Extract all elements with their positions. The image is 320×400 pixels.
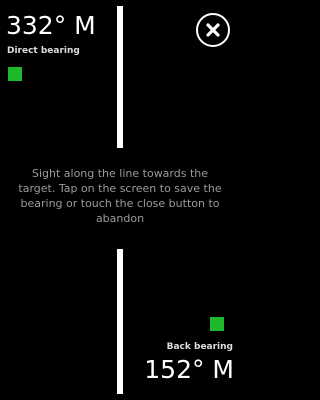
direct-bearing-value: 332° M bbox=[6, 11, 96, 40]
sighting-line-bottom bbox=[117, 249, 123, 394]
back-bearing-label: Back bearing bbox=[166, 342, 233, 352]
instructions-text: Sight along the line towards the target.… bbox=[14, 164, 226, 228]
direct-bearing-marker bbox=[8, 67, 22, 81]
close-button[interactable] bbox=[196, 13, 230, 47]
back-bearing-marker bbox=[210, 317, 224, 331]
direct-bearing-label: Direct bearing bbox=[7, 46, 80, 56]
sighting-line-top bbox=[117, 6, 123, 148]
back-bearing-value: 152° M bbox=[144, 355, 234, 384]
close-icon bbox=[206, 23, 220, 37]
